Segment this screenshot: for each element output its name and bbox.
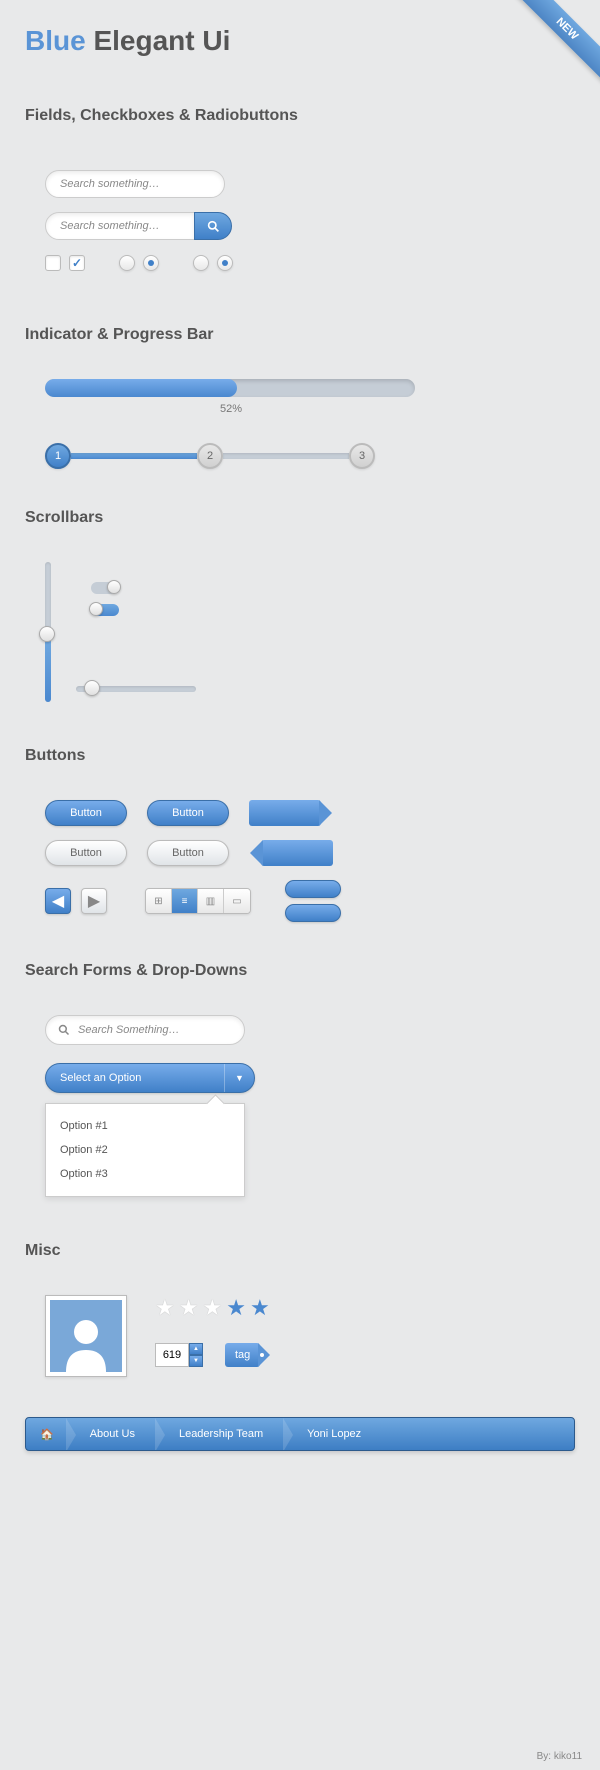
toggle-on[interactable] xyxy=(91,604,119,616)
section-searchdd: Search Forms & Drop-Downs xyxy=(25,962,575,980)
section-scrollbars: Scrollbars xyxy=(25,509,575,527)
section-misc: Misc xyxy=(25,1242,575,1260)
dropdown-option-3[interactable]: Option #3 xyxy=(60,1162,230,1186)
search-button[interactable] xyxy=(194,212,232,240)
section-fields: Fields, Checkboxes & Radiobuttons xyxy=(25,107,575,125)
title-blue: Blue xyxy=(25,25,86,56)
home-icon: 🏠 xyxy=(40,1428,54,1441)
search-icon xyxy=(207,220,220,233)
view-columns-icon[interactable]: ▥ xyxy=(198,889,224,913)
button-gray-1[interactable]: Button xyxy=(45,840,127,866)
credit: By: kiko11 xyxy=(537,1751,582,1762)
radio-1-on[interactable] xyxy=(143,255,159,271)
breadcrumb: 🏠 About Us Leadership Team Yoni Lopez xyxy=(25,1417,575,1451)
breadcrumb-item-2[interactable]: Leadership Team xyxy=(157,1418,285,1450)
vertical-slider[interactable] xyxy=(45,562,51,702)
horizontal-slider[interactable] xyxy=(76,686,196,692)
select-label: Select an Option xyxy=(60,1072,141,1084)
chevron-down-icon: ▼ xyxy=(235,1073,244,1083)
pill-button-2[interactable] xyxy=(285,904,341,922)
view-switcher: ⊞ ≡ ▥ ▭ xyxy=(145,888,251,914)
star-icon[interactable]: ★ xyxy=(226,1295,246,1321)
star-rating[interactable]: ★ ★ ★ ★ ★ xyxy=(155,1295,270,1321)
star-icon[interactable]: ★ xyxy=(250,1295,270,1321)
search-input-icon[interactable]: Search Something… xyxy=(45,1015,245,1045)
step-2[interactable]: 2 xyxy=(197,443,223,469)
nav-next[interactable]: ▶ xyxy=(81,888,107,914)
search-input-1[interactable]: Search something… xyxy=(45,170,225,198)
button-gray-2[interactable]: Button xyxy=(147,840,229,866)
avatar-image xyxy=(50,1300,122,1372)
tag[interactable]: tag xyxy=(225,1343,260,1367)
breadcrumb-item-1[interactable]: About Us xyxy=(68,1418,157,1450)
dropdown-caret: ▼ xyxy=(224,1064,254,1092)
checkbox-checked[interactable] xyxy=(69,255,85,271)
stepper-down[interactable]: ▼ xyxy=(189,1355,203,1367)
nav-prev[interactable]: ◀ xyxy=(45,888,71,914)
title-rest: Elegant Ui xyxy=(93,25,230,56)
search-icon xyxy=(58,1024,70,1036)
ribbon-label: NEW xyxy=(513,0,600,83)
section-progress: Indicator & Progress Bar xyxy=(25,326,575,344)
stepper-up[interactable]: ▲ xyxy=(189,1343,203,1355)
search-1-placeholder: Search something… xyxy=(60,178,160,190)
select-dropdown[interactable]: Select an Option ▼ xyxy=(45,1063,255,1093)
toggle-off[interactable] xyxy=(91,582,119,594)
view-grid-icon[interactable]: ⊞ xyxy=(146,889,172,913)
button-blue-2[interactable]: Button xyxy=(147,800,229,826)
step-line-1 xyxy=(71,453,197,459)
radio-2-on[interactable] xyxy=(217,255,233,271)
view-cover-icon[interactable]: ▭ xyxy=(224,889,250,913)
stepper-input[interactable] xyxy=(155,1343,189,1367)
star-icon[interactable]: ★ xyxy=(202,1295,222,1321)
search-input-2[interactable]: Search something… xyxy=(45,212,195,240)
number-stepper[interactable]: ▲ ▼ xyxy=(155,1343,203,1367)
dropdown-option-1[interactable]: Option #1 xyxy=(60,1114,230,1138)
step-3[interactable]: 3 xyxy=(349,443,375,469)
search-2-placeholder: Search something… xyxy=(60,220,160,232)
view-list-icon[interactable]: ≡ xyxy=(172,889,198,913)
breadcrumb-item-3[interactable]: Yoni Lopez xyxy=(285,1418,383,1450)
progress-label: 52% xyxy=(220,403,575,415)
arrow-button-right[interactable] xyxy=(249,800,321,826)
step-indicator: 1 2 3 xyxy=(45,443,375,469)
star-icon[interactable]: ★ xyxy=(179,1295,199,1321)
arrow-button-left[interactable] xyxy=(261,840,333,866)
search-placeholder: Search Something… xyxy=(78,1024,180,1036)
step-line-2 xyxy=(223,453,349,459)
checkbox-unchecked[interactable] xyxy=(45,255,61,271)
radio-2-off[interactable] xyxy=(193,255,209,271)
dropdown-option-2[interactable]: Option #2 xyxy=(60,1138,230,1162)
dropdown-panel: Option #1 Option #2 Option #3 xyxy=(45,1103,245,1197)
step-1[interactable]: 1 xyxy=(45,443,71,469)
page-title: Blue Elegant Ui xyxy=(25,25,575,57)
pill-button-1[interactable] xyxy=(285,880,341,898)
tag-label: tag xyxy=(235,1349,250,1361)
progress-fill xyxy=(45,379,237,397)
radio-1-off[interactable] xyxy=(119,255,135,271)
new-ribbon: NEW xyxy=(510,0,600,90)
avatar[interactable] xyxy=(45,1295,127,1377)
breadcrumb-home[interactable]: 🏠 xyxy=(26,1418,68,1450)
button-blue-1[interactable]: Button xyxy=(45,800,127,826)
star-icon[interactable]: ★ xyxy=(155,1295,175,1321)
progress-bar xyxy=(45,379,415,397)
section-buttons: Buttons xyxy=(25,747,575,765)
